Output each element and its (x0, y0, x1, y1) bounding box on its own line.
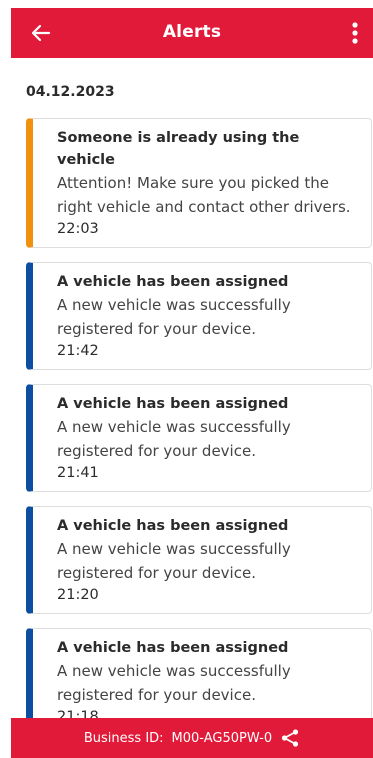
alert-message: A new vehicle was successfully registere… (57, 418, 291, 460)
alert-message: Attention! Make sure you picked the righ… (57, 174, 351, 216)
share-icon[interactable] (280, 728, 300, 748)
alert-time: 22:03 (57, 221, 99, 237)
alert-title: A vehicle has been assigned (57, 518, 289, 534)
more-vertical-icon[interactable] (347, 20, 363, 46)
alert-card[interactable]: Someone is already using the vehicle Att… (26, 118, 372, 248)
alert-card[interactable]: A vehicle has been assigned A new vehicl… (26, 262, 372, 370)
alert-title: A vehicle has been assigned (57, 396, 289, 412)
business-id-label: Business ID: (83, 730, 164, 746)
alert-time: 21:42 (57, 343, 99, 359)
alert-message: A new vehicle was successfully registere… (57, 540, 291, 582)
alert-time: 21:41 (57, 465, 99, 481)
alert-title: A vehicle has been assigned (57, 640, 289, 656)
alert-card[interactable]: A vehicle has been assigned A new vehicl… (26, 506, 372, 614)
page-title: Alerts (162, 22, 222, 42)
alert-message: A new vehicle was successfully registere… (57, 662, 291, 704)
alert-time: 21:20 (57, 587, 99, 603)
alert-title: A vehicle has been assigned (57, 274, 289, 290)
alert-message: A new vehicle was successfully registere… (57, 296, 291, 338)
alerts-list: Someone is already using the vehicle Att… (26, 118, 372, 750)
alert-title: Someone is already using the vehicle (57, 130, 300, 168)
app-bar: Alerts (11, 8, 373, 58)
business-id-bar: Business ID: M00-AG50PW-0 (11, 718, 373, 758)
alert-card[interactable]: A vehicle has been assigned A new vehicl… (26, 384, 372, 492)
business-id-value: M00-AG50PW-0 (171, 730, 273, 746)
date-group-header: 04.12.2023 (26, 84, 115, 100)
